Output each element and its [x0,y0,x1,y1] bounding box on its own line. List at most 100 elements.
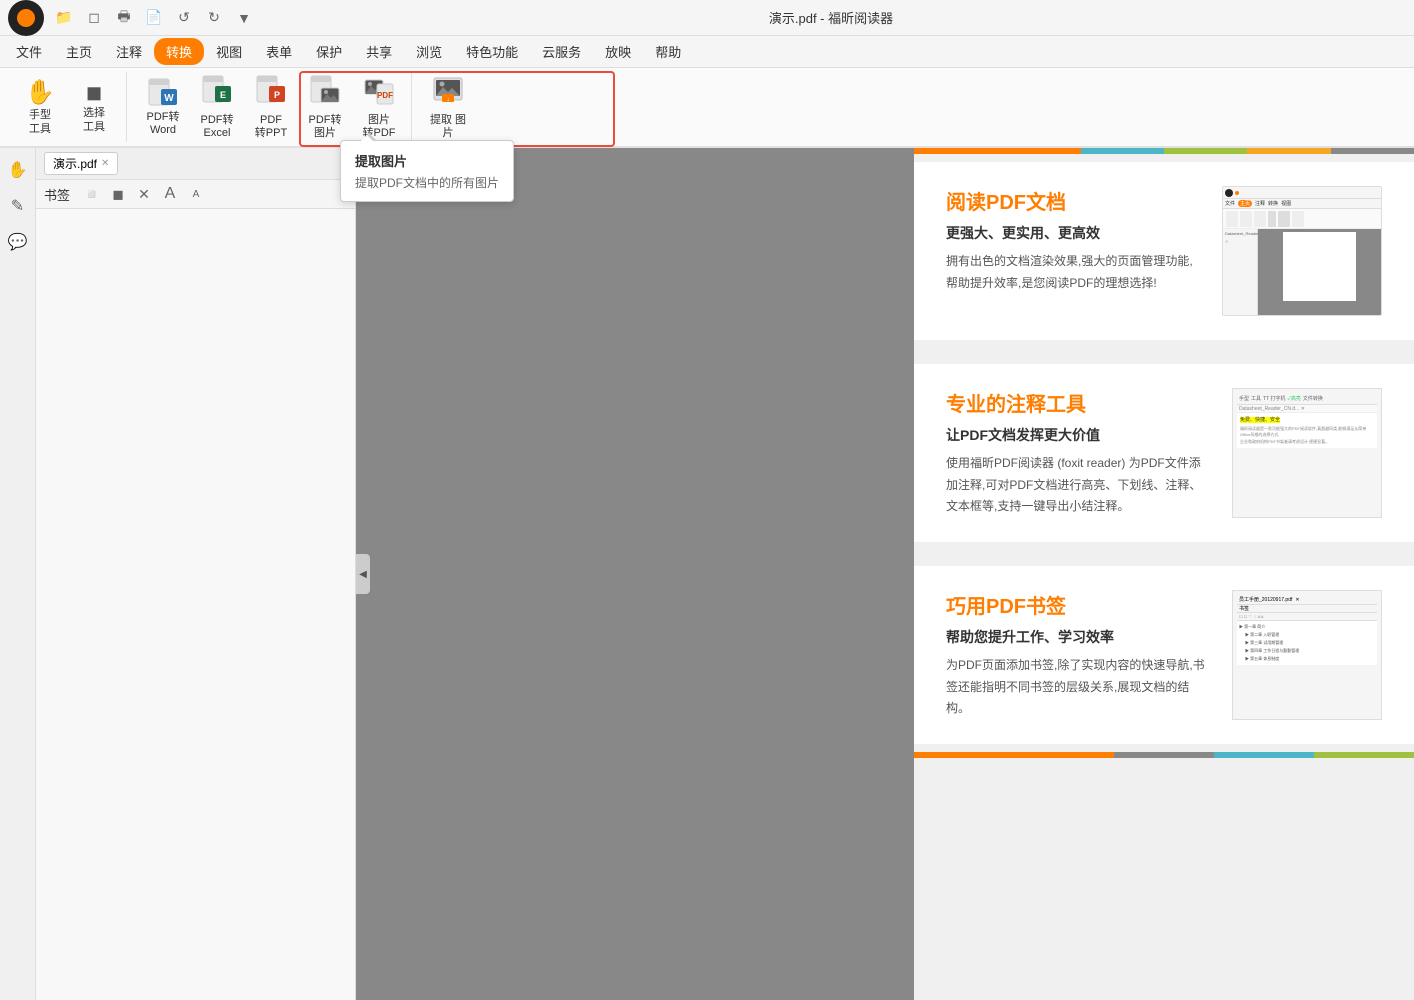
comment-icon[interactable]: 💬 [4,228,32,256]
menu-file[interactable]: 文件 [4,38,54,65]
pdf-section-annotation: 专业的注释工具 让PDF文档发挥更大价值 使用福昕PDF阅读器 (foxit r… [922,364,1406,542]
sidebar-section-label: 书签 [44,185,70,204]
mini-pdf-view [1258,229,1381,315]
image-to-pdf-button[interactable]: PDF 图片转PDF [353,75,405,139]
mini-titlebar [1223,187,1381,199]
tooltip-arrow-inner [360,135,374,142]
sidebar: 演示.pdf ✕ 书签 ◽ ◼ ✕ A A [36,148,356,1000]
sidebar-bookmark-toolbar: 书签 ◽ ◼ ✕ A A [36,180,355,209]
pdf-to-word-button[interactable]: W PDF转Word [137,75,189,139]
menu-browse[interactable]: 浏览 [404,38,454,65]
menu-share[interactable]: 共享 [354,38,404,65]
mini-doc [1283,232,1357,301]
hand-icon: ✋ [25,78,55,107]
color-bar-bottom-gray [1114,752,1214,758]
right-pdf-preview-panel: 阅读PDF文档 更强大、更实用、更高效 拥有出色的文档渲染效果,强大的页面管理功… [914,148,1414,1000]
section-read-body: 拥有出色的文档渲染效果,强大的页面管理功能,帮助提升效率,是您阅读PDF的理想选… [946,251,1202,294]
section-bookmark: 巧用PDF书签 帮助您提升工作、学习效率 为PDF页面添加书签,除了实现内容的快… [914,566,1414,744]
menu-annotation[interactable]: 注释 [104,38,154,65]
tooltip-title: 提取图片 [355,151,499,170]
extract-image-icon: ↓ [432,74,464,112]
section-bookmark-text: 巧用PDF书签 帮助您提升工作、学习效率 为PDF页面添加书签,除了实现内容的快… [946,590,1212,720]
mini-app-screenshot: 文件 主页 注释 转换 视图 [1223,187,1381,315]
section-read-text: 阅读PDF文档 更强大、更实用、更高效 拥有出色的文档渲染效果,强大的页面管理功… [946,186,1202,316]
undo-icon[interactable]: ↺ [172,6,196,30]
pdf-to-ppt-button[interactable]: P PDF转PPT [245,75,297,139]
pdf-to-excel-button[interactable]: E PDF转Excel [191,75,243,139]
menu-home[interactable]: 主页 [54,38,104,65]
menu-protect[interactable]: 保护 [304,38,354,65]
toolbar-group-convert: W PDF转Word E PDF转Excel [131,72,412,142]
pdf-section-read: 阅读PDF文档 更强大、更实用、更高效 拥有出色的文档渲染效果,强大的页面管理功… [922,162,1406,340]
toolbar: ✋ 手型工具 ◼ 选择工具 W PDF转Word [0,68,1414,148]
menu-form[interactable]: 表单 [254,38,304,65]
pdf-to-ppt-label: PDF转PPT [255,114,287,140]
mini-content: Datasheet_Reader_CN.d... ✕ [1223,229,1381,315]
section-read-pdf: 阅读PDF文档 更强大、更实用、更高效 拥有出色的文档渲染效果,强大的页面管理功… [914,162,1414,340]
window-title: 演示.pdf - 福昕阅读器 [256,8,1406,27]
section-bookmark-image: 员工手册_20120917.pdf ✕ 书签 ☐ ☐ ♡ ♢ A A ▶ 第一章… [1232,590,1382,720]
pdf-to-excel-label: PDF转Excel [201,114,234,140]
pdf-to-image-icon [309,74,341,112]
svg-text:↓: ↓ [447,97,450,103]
select-icon: ◼ [86,80,103,105]
app-logo-inner [17,9,35,27]
tooltip-description: 提取PDF文档中的所有图片 [355,174,499,191]
menu-slideshow[interactable]: 放映 [593,38,643,65]
section-read-image: 文件 主页 注释 转换 视图 [1222,186,1382,316]
hand-tool-label: 手型工具 [29,109,51,135]
print-icon[interactable]: 🖶 [112,6,136,30]
pdf-to-word-icon: W [147,77,179,109]
annotation-icon[interactable]: ✎ [4,192,32,220]
collapse-sidebar-button[interactable]: ◀ [356,554,370,594]
extract-image-button[interactable]: ↓ 提取 图片 [422,75,474,139]
hand-tool-button[interactable]: ✋ 手型工具 [14,75,66,139]
pdf-to-word-label: PDF转Word [147,111,180,137]
bookmark-filled-icon[interactable]: ◼ [108,184,128,204]
title-bar-tools: 📁 ◻ 🖶 📄 ↺ ↻ ▼ [52,6,256,30]
section-annotation-title: 专业的注释工具 [946,388,1212,417]
svg-text:PDF: PDF [377,91,393,100]
pdf-to-image-label: PDF转图片 [309,114,342,140]
main-area: ✋ ✎ 💬 演示.pdf ✕ 书签 ◽ ◼ ✕ A A ◀ [0,148,1414,1000]
bookmark-empty-icon[interactable]: ◽ [82,184,102,204]
sidebar-tab-demo[interactable]: 演示.pdf ✕ [44,152,118,175]
menu-convert[interactable]: 转换 [154,38,204,65]
mini-logo [1225,189,1233,197]
menu-help[interactable]: 帮助 [643,38,693,65]
title-bar: 📁 ◻ 🖶 📄 ↺ ↻ ▼ 演示.pdf - 福昕阅读器 [0,0,1414,36]
open-folder-icon[interactable]: 📁 [52,6,76,30]
section-divider-1 [914,348,1414,356]
select-tool-button[interactable]: ◼ 选择工具 [68,75,120,139]
sidebar-tab-bar: 演示.pdf ✕ [36,148,355,180]
menu-view[interactable]: 视图 [204,38,254,65]
section-annotation-text: 专业的注释工具 让PDF文档发挥更大价值 使用福昕PDF阅读器 (foxit r… [946,388,1212,518]
sidebar-tab-label: 演示.pdf [53,155,97,172]
color-bar-bottom-green [1314,752,1414,758]
new-file-icon[interactable]: 📄 [142,6,166,30]
pdf-to-image-button[interactable]: PDF转图片 [299,75,351,139]
color-bar-bottom-cyan [1214,752,1314,758]
svg-text:P: P [274,90,280,100]
pdf-section-bookmark: 巧用PDF书签 帮助您提升工作、学习效率 为PDF页面添加书签,除了实现内容的快… [922,566,1406,744]
new-window-icon[interactable]: ◻ [82,6,106,30]
extract-image-label: 提取 图片 [426,114,470,140]
select-tool-label: 选择工具 [83,107,105,133]
font-small-icon[interactable]: A [186,184,206,204]
menu-features[interactable]: 特色功能 [454,38,530,65]
hand-left-icon[interactable]: ✋ [4,156,32,184]
customize-icon[interactable]: ▼ [232,6,256,30]
sidebar-content [36,209,355,1000]
left-icon-strip: ✋ ✎ 💬 [0,148,36,1000]
redo-icon[interactable]: ↻ [202,6,226,30]
menu-cloud[interactable]: 云服务 [530,38,593,65]
bookmark-x-icon[interactable]: ✕ [134,184,154,204]
section-read-subtitle: 更强大、更实用、更高效 [946,223,1202,243]
menu-bar: 文件 主页 注释 转换 视图 表单 保护 共享 浏览 特色功能 云服务 放映 帮… [0,36,1414,68]
image-to-pdf-icon: PDF [363,74,395,112]
right-scroll-area[interactable]: 阅读PDF文档 更强大、更实用、更高效 拥有出色的文档渲染效果,强大的页面管理功… [914,154,1414,1000]
section-bookmark-title: 巧用PDF书签 [946,590,1212,619]
font-large-icon[interactable]: A [160,184,180,204]
section-read-title: 阅读PDF文档 [946,186,1202,215]
sidebar-tab-close-icon[interactable]: ✕ [101,158,109,169]
